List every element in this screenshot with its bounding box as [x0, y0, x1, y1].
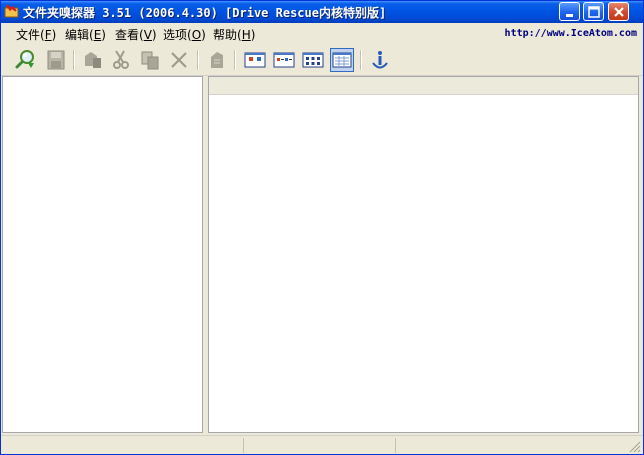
- app-window: 文件夹嗅探器 3.51 (2006.4.30) [Drive Rescue内核特…: [0, 0, 644, 455]
- toolbar-separator: [197, 50, 199, 70]
- large-icons-view-button[interactable]: [243, 48, 267, 72]
- delete-button[interactable]: [167, 48, 191, 72]
- menu-file-key: F: [44, 28, 52, 42]
- about-info-icon: [372, 51, 388, 69]
- menu-edit[interactable]: 编辑(E): [65, 26, 106, 43]
- title-bar[interactable]: 文件夹嗅探器 3.51 (2006.4.30) [Drive Rescue内核特…: [1, 1, 643, 23]
- status-bar: [1, 435, 643, 454]
- cut-button[interactable]: [109, 48, 133, 72]
- list-column-header[interactable]: [209, 77, 638, 95]
- toolbar-separator: [73, 50, 75, 70]
- homepage-link[interactable]: http://www.IceAtom.com: [505, 28, 637, 39]
- menu-edit-accel-close: ): [101, 28, 106, 42]
- file-list-pane[interactable]: [208, 76, 639, 433]
- paste-button[interactable]: [205, 48, 229, 72]
- menu-help-key: H: [241, 28, 251, 42]
- menu-file[interactable]: 文件(F): [16, 26, 56, 43]
- toolbar: [1, 44, 643, 76]
- menu-view-label: 查看: [115, 28, 140, 42]
- restore-icon: [85, 52, 101, 68]
- status-panel-1: [1, 438, 244, 453]
- minimize-icon: [566, 14, 573, 17]
- folder-tree-pane[interactable]: [2, 76, 203, 433]
- maximize-icon: [588, 6, 600, 18]
- menu-bar: 文件(F) 编辑(E) 查看(V) 选项(O) 帮助(H) http://www…: [1, 23, 643, 44]
- minimize-button[interactable]: [559, 2, 580, 21]
- scan-search-icon: [15, 50, 34, 69]
- close-icon: [614, 7, 624, 17]
- details-view-button[interactable]: [330, 48, 354, 72]
- menu-view[interactable]: 查看(V): [115, 26, 157, 43]
- resize-grip-icon[interactable]: [629, 441, 641, 453]
- menu-view-accel-close: ): [151, 28, 157, 42]
- list-view-icon: [302, 52, 324, 68]
- delete-icon: [171, 52, 187, 68]
- save-icon: [47, 50, 65, 70]
- folder-sniffer-app-icon[interactable]: [4, 4, 19, 19]
- status-panel-2: [244, 438, 396, 453]
- toolbar-separator: [360, 50, 362, 70]
- cut-icon: [113, 50, 129, 69]
- small-icons-view-button[interactable]: [272, 48, 296, 72]
- menu-help-accel-close: ): [250, 28, 256, 42]
- menu-help[interactable]: 帮助(H): [213, 26, 255, 43]
- large-icons-view-icon: [244, 52, 266, 68]
- details-view-icon: [332, 52, 352, 68]
- menu-file-label: 文件: [16, 28, 41, 42]
- scan-button[interactable]: [13, 48, 37, 72]
- window-title: 文件夹嗅探器 3.51 (2006.4.30) [Drive Rescue内核特…: [23, 6, 387, 20]
- copy-icon: [141, 51, 159, 70]
- menu-options-key: O: [191, 28, 202, 42]
- menu-file-accel-close: ): [51, 28, 57, 42]
- copy-button[interactable]: [138, 48, 162, 72]
- about-button[interactable]: [368, 48, 392, 72]
- menu-edit-label: 编辑: [65, 28, 90, 42]
- menu-options[interactable]: 选项(O): [163, 26, 206, 43]
- status-panel-3: [396, 438, 627, 453]
- menu-options-label: 选项: [163, 28, 188, 42]
- menu-options-accel-close: ): [201, 28, 206, 42]
- list-view-button[interactable]: [301, 48, 325, 72]
- close-button[interactable]: [608, 2, 629, 21]
- small-icons-view-icon: [273, 52, 295, 68]
- menu-help-label: 帮助: [213, 28, 238, 42]
- save-button[interactable]: [44, 48, 68, 72]
- restore-button[interactable]: [81, 48, 105, 72]
- maximize-button[interactable]: [583, 2, 604, 21]
- paste-icon: [211, 52, 223, 68]
- toolbar-separator: [234, 50, 236, 70]
- menu-view-key: V: [143, 28, 152, 42]
